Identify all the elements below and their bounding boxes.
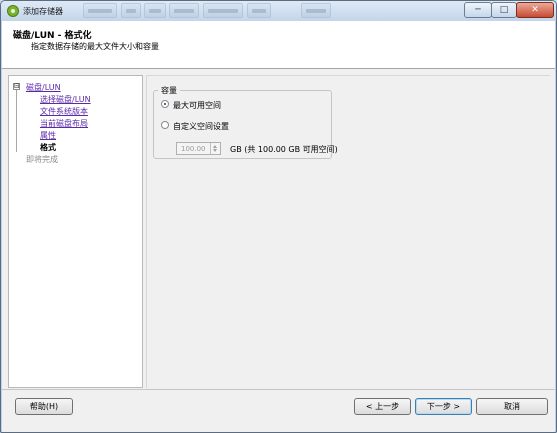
window-title: 添加存储器 xyxy=(23,7,63,16)
max-space-label[interactable]: 最大可用空间 xyxy=(173,100,221,111)
custom-size-stepper[interactable]: 100.00 xyxy=(176,142,221,155)
background-tab xyxy=(144,3,166,18)
wizard-footer: 帮助(H) < 上一步 下一步 > 取消 xyxy=(2,389,555,432)
background-tab xyxy=(121,3,141,18)
custom-space-radio[interactable] xyxy=(161,121,169,129)
minimize-button[interactable]: ─ xyxy=(464,2,492,18)
next-button[interactable]: 下一步 > xyxy=(415,398,472,415)
back-button[interactable]: < 上一步 xyxy=(354,398,411,415)
maximize-button[interactable]: □ xyxy=(491,2,517,18)
max-space-radio[interactable] xyxy=(161,100,169,108)
title-bar[interactable]: 添加存储器 ─ □ ✕ xyxy=(1,1,556,21)
cancel-button[interactable]: 取消 xyxy=(476,398,548,415)
nav-step-properties[interactable]: 属性 xyxy=(40,131,56,140)
nav-step-ready-to-complete: 即将完成 xyxy=(26,155,58,164)
background-tab xyxy=(301,3,331,18)
tree-connector xyxy=(16,90,17,152)
capacity-group: 容量 最大可用空间 自定义空间设置 100.00 GB (共 100.00 GB… xyxy=(153,85,338,159)
page-title: 磁盘/LUN - 格式化 xyxy=(13,31,92,41)
app-icon xyxy=(7,5,19,17)
custom-size-unit: GB (共 100.00 GB 可用空间) xyxy=(230,145,338,154)
background-tab xyxy=(203,3,243,18)
nav-step-disk-lun[interactable]: 磁盘/LUN xyxy=(26,83,61,92)
background-tab xyxy=(169,3,199,18)
wizard-body: ⊟ 磁盘/LUN 选择磁盘/LUN 文件系统版本 当前磁盘布局 属性 格式 即将… xyxy=(2,69,555,389)
custom-size-value: 100.00 xyxy=(181,145,206,153)
background-tab xyxy=(247,3,271,18)
add-storage-window: 添加存储器 ─ □ ✕ 磁盘/LUN - 格式化 指定数据存储的最大文件大小和容… xyxy=(0,0,557,433)
background-tab xyxy=(83,3,117,18)
nav-step-disk-layout[interactable]: 当前磁盘布局 xyxy=(40,119,88,128)
capacity-group-label: 容量 xyxy=(158,85,180,96)
collapse-icon[interactable]: ⊟ xyxy=(13,83,20,90)
nav-step-fs-version[interactable]: 文件系统版本 xyxy=(40,107,88,116)
nav-step-format: 格式 xyxy=(40,143,56,152)
close-button[interactable]: ✕ xyxy=(516,2,554,18)
wizard-steps-nav: ⊟ 磁盘/LUN 选择磁盘/LUN 文件系统版本 当前磁盘布局 属性 格式 即将… xyxy=(8,75,143,388)
page-subtitle: 指定数据存储的最大文件大小和容量 xyxy=(31,42,159,51)
format-panel: 容量 最大可用空间 自定义空间设置 100.00 GB (共 100.00 GB… xyxy=(146,75,550,388)
wizard-header: 磁盘/LUN - 格式化 指定数据存储的最大文件大小和容量 xyxy=(2,21,555,69)
custom-space-label[interactable]: 自定义空间设置 xyxy=(173,121,229,132)
spin-arrows-icon[interactable] xyxy=(210,143,220,154)
nav-step-select-disk[interactable]: 选择磁盘/LUN xyxy=(40,95,91,104)
help-button[interactable]: 帮助(H) xyxy=(15,398,73,415)
